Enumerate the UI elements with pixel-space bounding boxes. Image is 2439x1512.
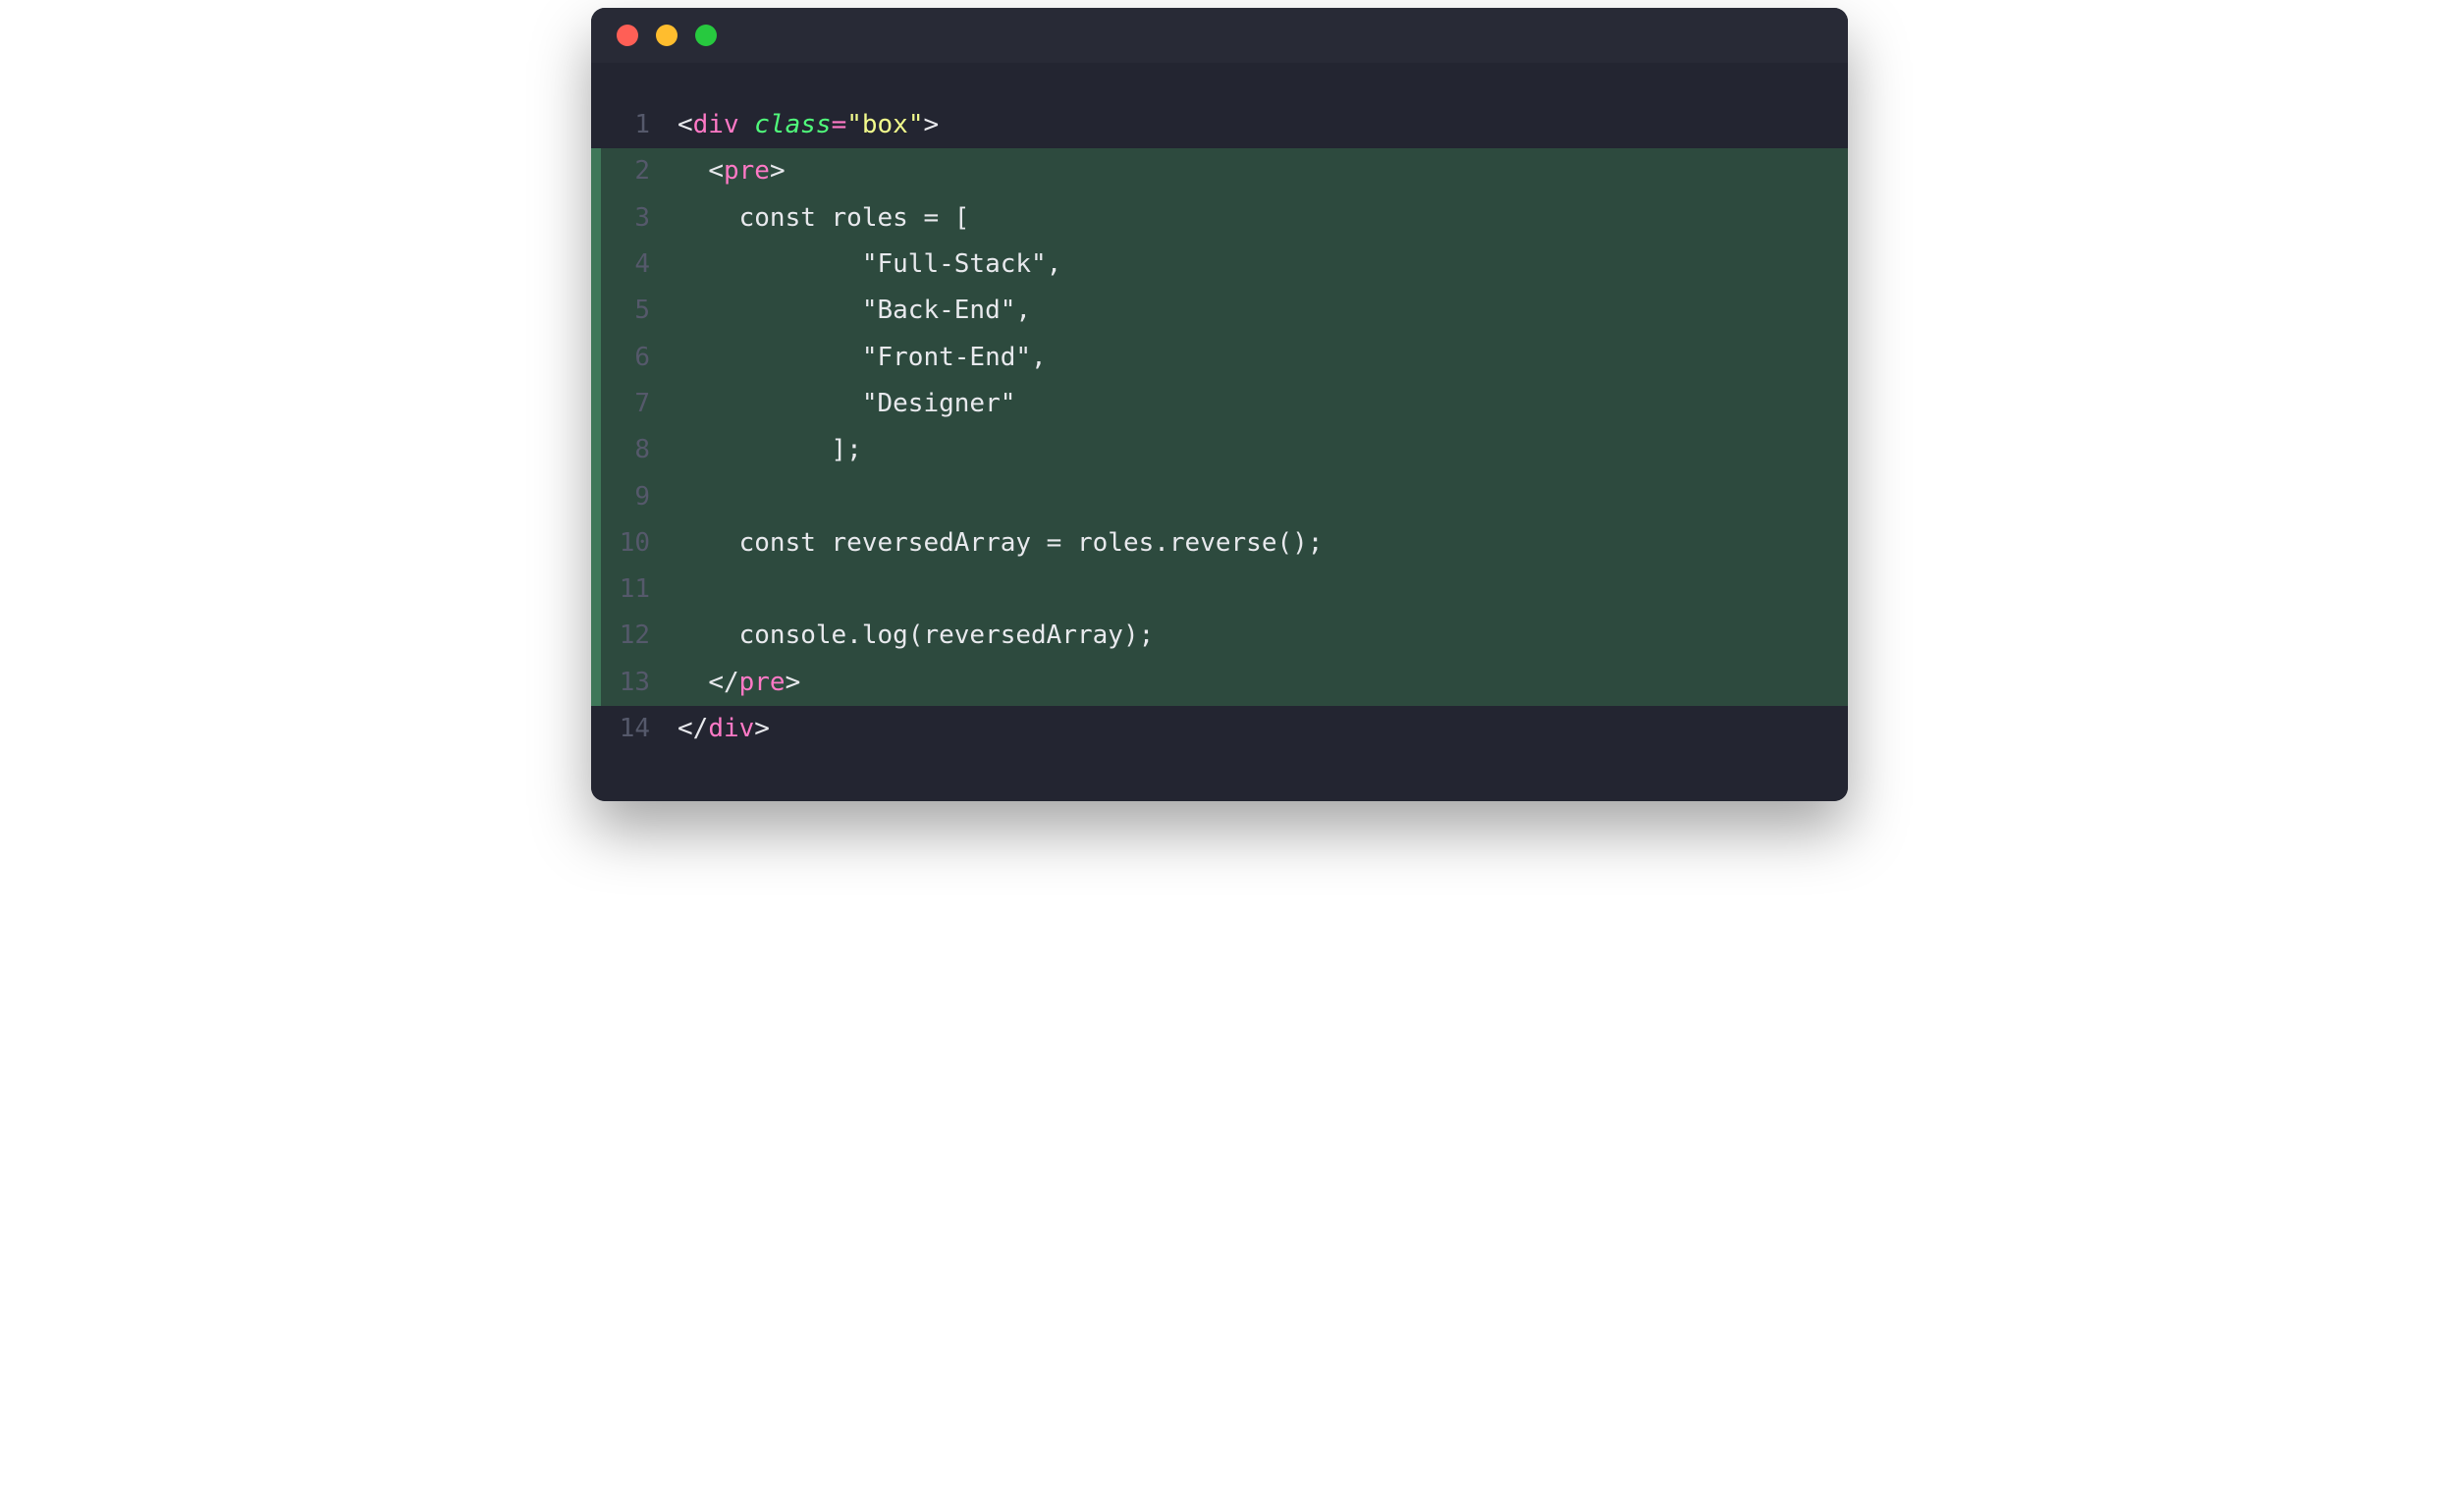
code-line[interactable]: 4 "Full-Stack", [591, 242, 1848, 288]
code-content[interactable]: "Back-End", [672, 288, 1848, 334]
line-number: 1 [601, 102, 672, 148]
code-content[interactable]: const roles = [ [672, 195, 1848, 242]
token-eq: = [832, 110, 847, 139]
highlight-edge [591, 474, 601, 520]
token-text: "Designer" [678, 389, 1015, 418]
highlight-edge [591, 660, 601, 706]
code-line[interactable]: 3 const roles = [ [591, 195, 1848, 242]
token-punct: < [678, 110, 693, 139]
token-tag: pre [724, 156, 770, 186]
code-content[interactable]: <div class="box"> [672, 102, 1848, 148]
token-punct: > [924, 110, 940, 139]
highlight-edge [591, 102, 601, 148]
token-text: const reversedArray = roles.reverse(); [678, 528, 1323, 558]
code-content[interactable]: "Front-End", [672, 335, 1848, 381]
highlight-edge [591, 148, 601, 194]
code-line[interactable]: 14</div> [591, 706, 1848, 752]
highlight-edge [591, 242, 601, 288]
code-content[interactable]: </div> [672, 706, 1848, 752]
token-tag: pre [739, 668, 786, 697]
highlight-edge [591, 520, 601, 567]
token-punct: > [770, 156, 786, 186]
highlight-edge [591, 567, 601, 613]
highlight-edge [591, 427, 601, 473]
code-content[interactable]: ]; [672, 427, 1848, 473]
token-text: "Full-Stack", [678, 249, 1061, 279]
token-text: "Back-End", [678, 296, 1031, 325]
token-attr: class [754, 110, 831, 139]
token-text [678, 156, 708, 186]
line-number: 10 [601, 520, 672, 567]
token-tag: div [708, 714, 754, 743]
code-line[interactable]: 2 <pre> [591, 148, 1848, 194]
line-number: 14 [601, 706, 672, 752]
line-number: 8 [601, 427, 672, 473]
code-line[interactable]: 12 console.log(reversedArray); [591, 613, 1848, 659]
window-minimize-button[interactable] [656, 25, 678, 46]
highlight-edge [591, 288, 601, 334]
token-punct: </ [708, 668, 738, 697]
code-content[interactable]: "Full-Stack", [672, 242, 1848, 288]
code-content[interactable]: </pre> [672, 660, 1848, 706]
code-line[interactable]: 1<div class="box"> [591, 102, 1848, 148]
code-line[interactable]: 10 const reversedArray = roles.reverse()… [591, 520, 1848, 567]
highlight-edge [591, 381, 601, 427]
line-number: 11 [601, 567, 672, 613]
line-number: 9 [601, 474, 672, 520]
code-line[interactable]: 13 </pre> [591, 660, 1848, 706]
code-window: 1<div class="box">2 <pre>3 const roles =… [591, 8, 1848, 801]
line-number: 4 [601, 242, 672, 288]
highlight-edge [591, 706, 601, 752]
code-line[interactable]: 8 ]; [591, 427, 1848, 473]
line-number: 3 [601, 195, 672, 242]
token-punct: > [786, 668, 801, 697]
highlight-edge [591, 195, 601, 242]
code-editor[interactable]: 1<div class="box">2 <pre>3 const roles =… [591, 63, 1848, 801]
titlebar [591, 8, 1848, 63]
token-text [739, 110, 755, 139]
code-line[interactable]: 9 [591, 474, 1848, 520]
code-content[interactable]: const reversedArray = roles.reverse(); [672, 520, 1848, 567]
code-content[interactable]: console.log(reversedArray); [672, 613, 1848, 659]
code-line[interactable]: 7 "Designer" [591, 381, 1848, 427]
line-number: 6 [601, 335, 672, 381]
token-text: "Front-End", [678, 343, 1047, 372]
line-number: 5 [601, 288, 672, 334]
highlight-edge [591, 613, 601, 659]
line-number: 12 [601, 613, 672, 659]
line-number: 2 [601, 148, 672, 194]
token-text: const roles = [ [678, 203, 969, 233]
token-text: console.log(reversedArray); [678, 621, 1154, 650]
code-content[interactable]: <pre> [672, 148, 1848, 194]
token-tag: div [693, 110, 739, 139]
code-content[interactable]: "Designer" [672, 381, 1848, 427]
window-maximize-button[interactable] [695, 25, 717, 46]
code-line[interactable]: 6 "Front-End", [591, 335, 1848, 381]
token-text [678, 668, 708, 697]
code-line[interactable]: 11 [591, 567, 1848, 613]
window-close-button[interactable] [617, 25, 638, 46]
token-punct: < [708, 156, 724, 186]
token-string: "box" [846, 110, 923, 139]
line-number: 13 [601, 660, 672, 706]
token-punct: > [754, 714, 770, 743]
line-number: 7 [601, 381, 672, 427]
code-line[interactable]: 5 "Back-End", [591, 288, 1848, 334]
token-text: ]; [678, 435, 862, 464]
token-punct: </ [678, 714, 708, 743]
highlight-edge [591, 335, 601, 381]
